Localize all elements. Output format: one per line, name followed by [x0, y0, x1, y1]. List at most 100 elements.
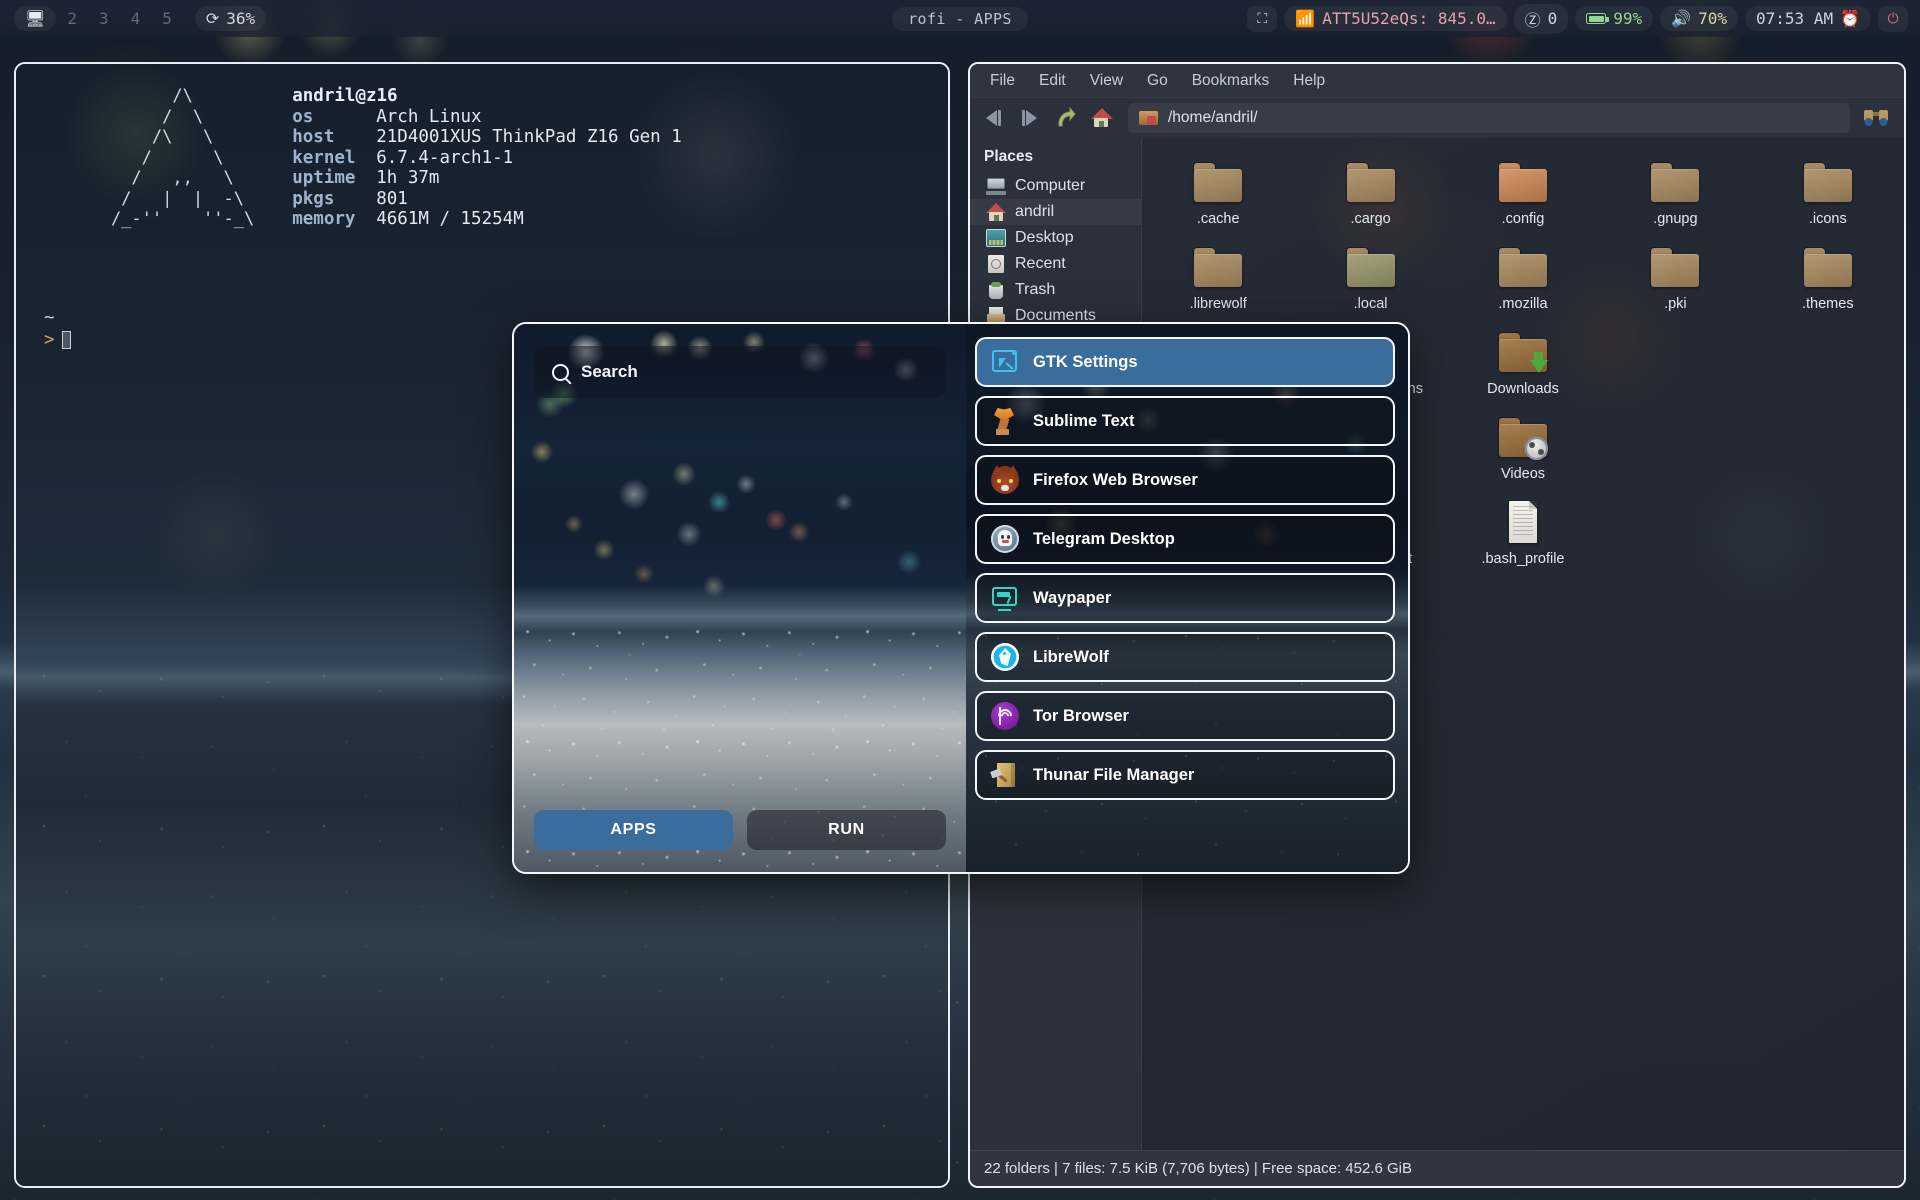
- tool-bar: /home/andril/: [970, 97, 1904, 138]
- app-item-librewolf[interactable]: LibreWolf: [975, 632, 1395, 682]
- app-item-waypaper[interactable]: Waypaper: [975, 573, 1395, 623]
- waypaper-icon: [991, 584, 1019, 612]
- app-item-gtk-settings[interactable]: GTK Settings: [975, 337, 1395, 387]
- tab-run[interactable]: RUN: [747, 810, 946, 850]
- sidebar-item-andril[interactable]: andril: [970, 199, 1141, 225]
- file-label: Downloads: [1487, 381, 1559, 397]
- tor-browser-icon: [991, 702, 1019, 730]
- rofi-app-list: GTK Settings Sublime Text Firefox Web Br…: [966, 324, 1408, 872]
- file-label: .icons: [1808, 211, 1847, 227]
- app-item-firefox[interactable]: Firefox Web Browser: [975, 455, 1395, 505]
- file-item[interactable]: .local: [1294, 237, 1446, 322]
- up-arrow-icon[interactable]: [1050, 103, 1080, 133]
- menu-go[interactable]: Go: [1135, 68, 1180, 94]
- menu-help[interactable]: Help: [1281, 68, 1337, 94]
- folder-icon: [1139, 110, 1159, 126]
- file-item[interactable]: [1599, 577, 1751, 662]
- updates-indicator[interactable]: Ⓩ 0: [1513, 3, 1569, 34]
- neofetch-output: /\ / \ /\ \ / \ / ,, \ / | | -\ /_-'' ''…: [16, 86, 948, 230]
- display-switch-icon[interactable]: ⛶: [1247, 5, 1278, 32]
- menu-edit[interactable]: Edit: [1027, 68, 1078, 94]
- file-label: Videos: [1500, 466, 1546, 482]
- sidebar-item-label: Computer: [1015, 177, 1086, 194]
- file-item[interactable]: [1447, 577, 1599, 662]
- menu-bookmarks[interactable]: Bookmarks: [1180, 68, 1282, 94]
- download-icon: Ⓩ: [1524, 10, 1541, 30]
- file-item[interactable]: [1752, 322, 1904, 407]
- menu-view[interactable]: View: [1078, 68, 1135, 94]
- search-input[interactable]: Search: [534, 346, 946, 398]
- file-item[interactable]: .cache: [1142, 152, 1294, 237]
- app-item-telegram[interactable]: Telegram Desktop: [975, 514, 1395, 564]
- file-item[interactable]: .mozilla: [1447, 237, 1599, 322]
- status-bar: 🖥 2 3 4 5 ⟳ 36% rofi - APPS ⛶ 📶 ATT5U52e…: [0, 0, 1920, 37]
- page-title: rofi - APPS: [892, 6, 1028, 31]
- file-item[interactable]: [1599, 492, 1751, 577]
- search-icon: [552, 363, 569, 381]
- sublime-text-icon: [991, 407, 1019, 435]
- back-arrow-icon[interactable]: [978, 103, 1008, 133]
- desktop-icon: [986, 229, 1006, 247]
- telegram-icon: [991, 525, 1019, 553]
- neofetch-value: 6.7.4-arch1-1: [376, 147, 514, 168]
- app-item-sublime-text[interactable]: Sublime Text: [975, 396, 1395, 446]
- file-item[interactable]: .cargo: [1294, 152, 1446, 237]
- rofi-launcher[interactable]: Search APPS RUN GTK Settings Sublime Tex…: [512, 322, 1410, 874]
- gtk-settings-icon: [991, 348, 1019, 376]
- file-item[interactable]: .gnupg: [1599, 152, 1751, 237]
- volume-indicator[interactable]: 🔊 70%: [1660, 6, 1739, 31]
- menu-file[interactable]: File: [978, 68, 1027, 94]
- file-item[interactable]: .config: [1447, 152, 1599, 237]
- rofi-left-panel: Search APPS RUN: [514, 324, 966, 872]
- sidebar-item-computer[interactable]: Computer: [970, 173, 1141, 199]
- forward-arrow-icon[interactable]: [1014, 103, 1044, 133]
- file-label: .mozilla: [1498, 296, 1548, 312]
- file-item[interactable]: [1752, 577, 1904, 662]
- speaker-icon: 🔊: [1671, 9, 1692, 28]
- folder-icon: [1191, 159, 1245, 207]
- sidebar-item-desktop[interactable]: Desktop: [970, 225, 1141, 251]
- neofetch-key: host: [292, 127, 335, 147]
- power-icon[interactable]: ⏻: [1878, 5, 1908, 32]
- neofetch-key: pkgs: [292, 188, 335, 209]
- file-item[interactable]: .librewolf: [1142, 237, 1294, 322]
- file-item[interactable]: .icons: [1752, 152, 1904, 237]
- sidebar-item-trash[interactable]: Trash: [970, 277, 1141, 303]
- neofetch-key: memory: [292, 209, 356, 229]
- neofetch-fields: andril@z16 os Arch Linux host 21D4001XUS…: [292, 86, 682, 230]
- status-bar-text: 22 folders | 7 files: 7.5 KiB (7,706 byt…: [970, 1150, 1904, 1186]
- battery-indicator[interactable]: 99%: [1575, 6, 1654, 31]
- file-item[interactable]: [1599, 322, 1751, 407]
- folder-icon: [1496, 244, 1550, 292]
- app-item-thunar[interactable]: Thunar File Manager: [975, 750, 1395, 800]
- binoculars-icon[interactable]: [1856, 109, 1896, 127]
- network-indicator[interactable]: 📶 ATT5U52eQs: 845.0…: [1284, 6, 1507, 31]
- file-item[interactable]: [1752, 407, 1904, 492]
- file-item[interactable]: Downloads: [1447, 322, 1599, 407]
- folder-icon: [1191, 244, 1245, 292]
- app-item-tor-browser[interactable]: Tor Browser: [975, 691, 1395, 741]
- file-item[interactable]: .themes: [1752, 237, 1904, 322]
- folder-icon: [1344, 159, 1398, 207]
- neofetch-row-uptime: uptime 1h 37m: [292, 168, 682, 189]
- folder-icon: [1648, 159, 1702, 207]
- location-bar[interactable]: /home/andril/: [1128, 103, 1850, 133]
- neofetch-key: os: [292, 106, 314, 127]
- app-label: Thunar File Manager: [1033, 765, 1195, 784]
- tab-apps[interactable]: APPS: [534, 810, 733, 850]
- file-item[interactable]: [1599, 407, 1751, 492]
- home-icon[interactable]: [1086, 103, 1116, 133]
- thunar-icon: [990, 761, 1019, 789]
- file-item[interactable]: [1752, 492, 1904, 577]
- file-item[interactable]: .pki: [1599, 237, 1751, 322]
- neofetch-value: 21D4001XUS ThinkPad Z16 Gen 1: [376, 127, 682, 147]
- sidebar-item-recent[interactable]: Recent: [970, 251, 1141, 277]
- file-label: .bash_profile: [1481, 551, 1565, 567]
- file-item[interactable]: .bash_profile: [1447, 492, 1599, 577]
- computer-icon: [986, 177, 1006, 195]
- file-item[interactable]: Videos: [1447, 407, 1599, 492]
- neofetch-row-memory: memory 4661M / 15254M: [292, 209, 682, 230]
- clock-indicator[interactable]: 07:53 AM ⏰: [1745, 6, 1871, 31]
- battery-icon: [1586, 13, 1609, 24]
- terminal-cursor[interactable]: [61, 331, 71, 350]
